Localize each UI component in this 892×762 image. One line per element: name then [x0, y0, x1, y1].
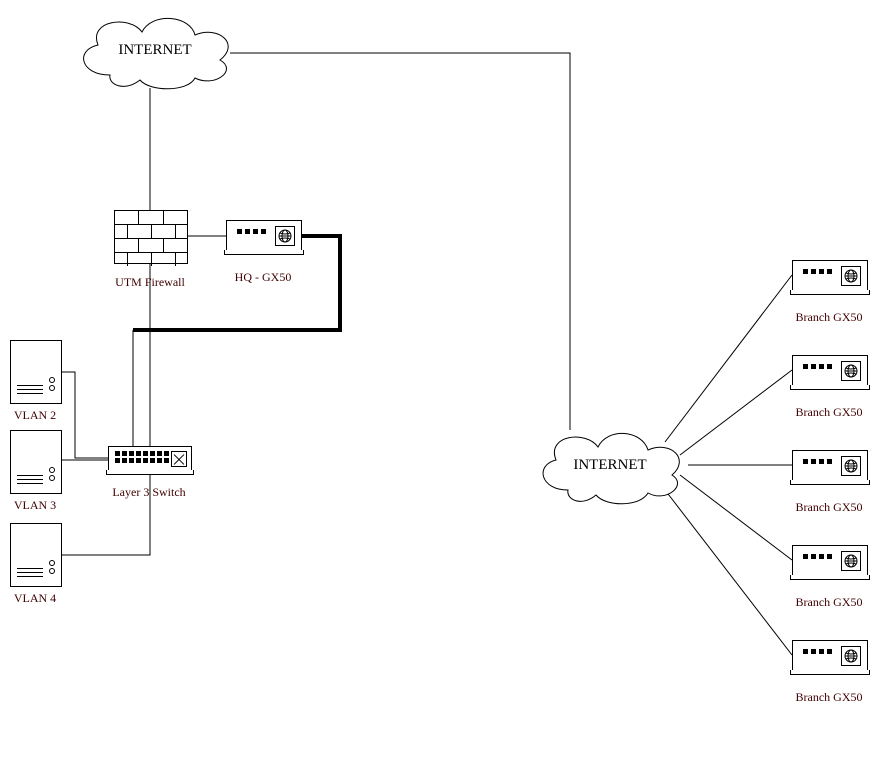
router-icon — [792, 545, 868, 577]
branch-router-1 — [792, 260, 868, 292]
internet-cloud-top: INTERNET — [70, 10, 240, 90]
server-icon — [10, 523, 62, 587]
internet-cloud-right: INTERNET — [530, 425, 690, 505]
vlan-server-4 — [10, 523, 62, 587]
hq-router-label: HQ - GX50 — [226, 270, 300, 285]
network-diagram: INTERNET UTM Firewall HQ - GX50 — [0, 0, 892, 762]
server-icon — [10, 340, 62, 404]
utm-firewall-label: UTM Firewall — [114, 275, 186, 290]
router-icon — [792, 450, 868, 482]
switch-icon — [108, 446, 192, 472]
branch-router-3 — [792, 450, 868, 482]
branch-router-2 — [792, 355, 868, 387]
globe-icon — [841, 551, 861, 571]
firewall-icon — [114, 210, 188, 264]
utm-firewall — [114, 210, 188, 264]
globe-icon — [841, 266, 861, 286]
branch-router-5 — [792, 640, 868, 672]
layer3-switch-label: Layer 3 Switch — [108, 485, 190, 500]
connections-layer — [0, 0, 892, 762]
branch5-label: Branch GX50 — [792, 690, 866, 705]
router-icon — [792, 355, 868, 387]
branch3-label: Branch GX50 — [792, 500, 866, 515]
internet-cloud-top-label: INTERNET — [70, 42, 240, 59]
globe-icon — [841, 361, 861, 381]
vlan4-label: VLAN 4 — [10, 591, 60, 606]
vlan3-label: VLAN 3 — [10, 498, 60, 513]
router-icon — [792, 640, 868, 672]
vlan-server-2 — [10, 340, 62, 404]
branch4-label: Branch GX50 — [792, 595, 866, 610]
vlan-server-3 — [10, 430, 62, 494]
vlan2-label: VLAN 2 — [10, 408, 60, 423]
router-icon — [792, 260, 868, 292]
globe-icon — [275, 226, 295, 246]
globe-icon — [841, 456, 861, 476]
branch2-label: Branch GX50 — [792, 405, 866, 420]
globe-icon — [841, 646, 861, 666]
branch-router-4 — [792, 545, 868, 577]
layer3-switch — [108, 446, 192, 472]
router-icon — [226, 220, 302, 252]
branch1-label: Branch GX50 — [792, 310, 866, 325]
hq-router — [226, 220, 302, 252]
server-icon — [10, 430, 62, 494]
internet-cloud-right-label: INTERNET — [530, 457, 690, 474]
